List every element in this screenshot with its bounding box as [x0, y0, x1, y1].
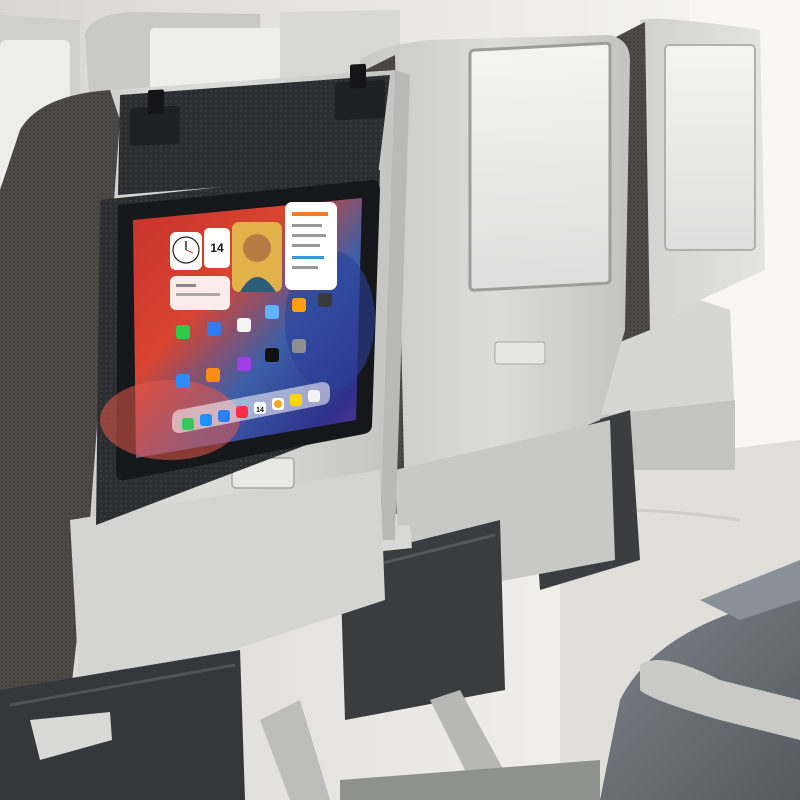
tablet: 14 14 [100, 180, 380, 481]
airplane-cabin-photo: 14 14 [0, 0, 800, 800]
safari-icon [200, 414, 212, 426]
files-icon [207, 322, 221, 336]
app-store-icon [176, 374, 190, 388]
apple-tv-icon [265, 348, 279, 362]
reminders-icon [308, 390, 320, 402]
maps-icon [265, 305, 279, 319]
mail-icon [218, 410, 230, 422]
photos-icon [237, 318, 251, 332]
home-icon [292, 298, 306, 312]
music-icon [236, 406, 248, 418]
tray-latch-middle [494, 341, 546, 365]
calendar-icon-day: 14 [256, 407, 264, 414]
facetime-icon [176, 325, 190, 339]
podcasts-icon [237, 357, 251, 371]
inflight-screen-middle [468, 41, 612, 292]
holder-strap-right-buckle [350, 63, 366, 89]
settings-icon [292, 339, 306, 353]
holder-strap-left-buckle [148, 89, 164, 115]
books-icon [206, 368, 220, 382]
notes-icon [290, 394, 302, 406]
camera-icon [318, 293, 332, 307]
messages-icon [182, 418, 194, 430]
calendar-widget-day: 14 [210, 241, 224, 255]
